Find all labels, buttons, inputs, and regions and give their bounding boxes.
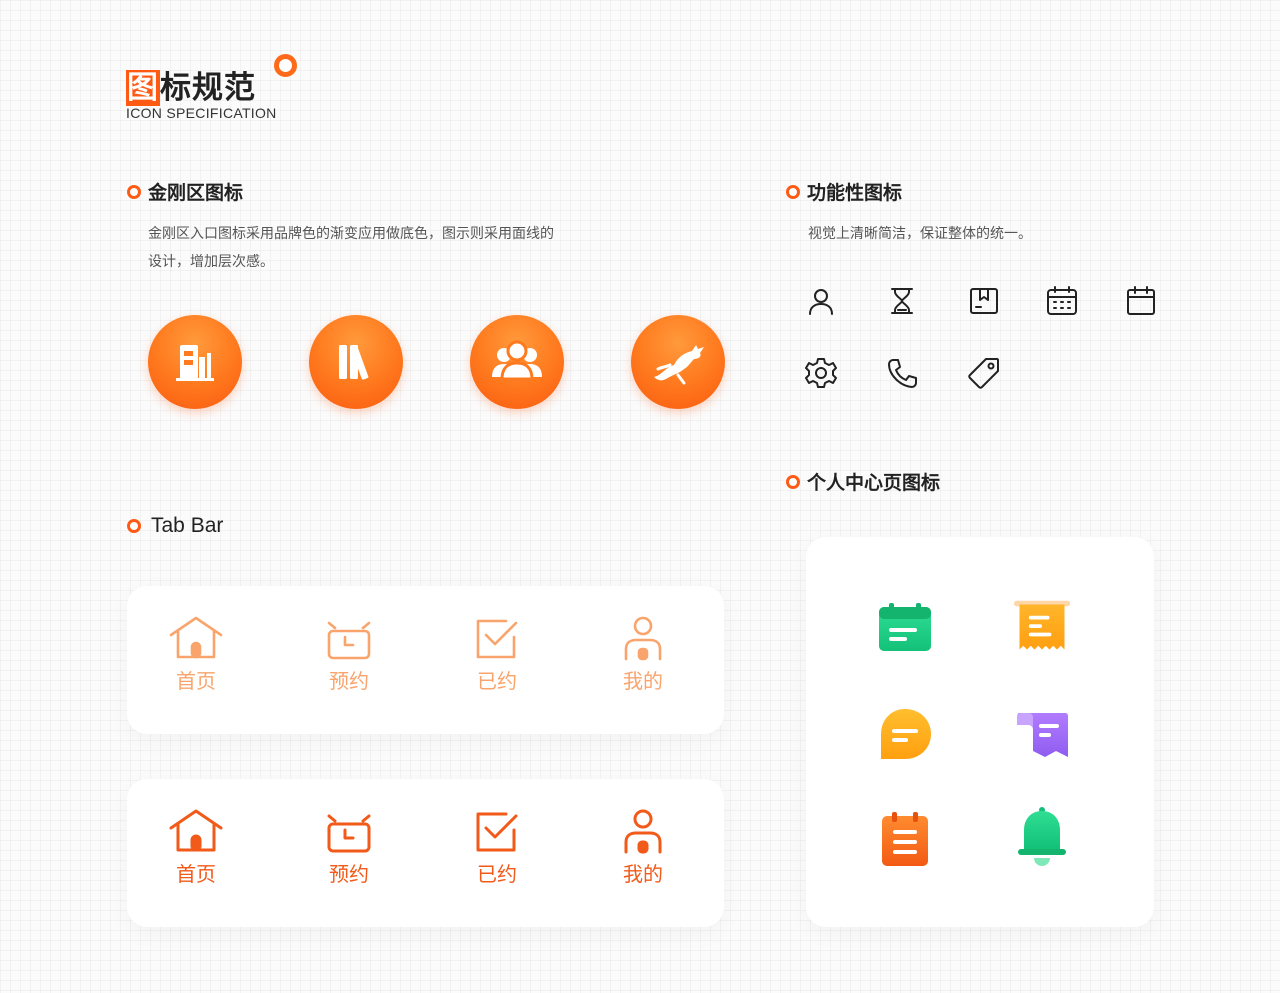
deer-icon — [654, 345, 704, 385]
alarm-clock-icon — [327, 621, 371, 660]
tab-book-label: 预约 — [329, 862, 369, 886]
kingkong-desc-line2: 设计，增加层次感。 — [148, 254, 274, 270]
kingkong-group[interactable] — [470, 315, 564, 409]
kingkong-section-title: 金刚区图标 — [148, 182, 244, 204]
tab-booked-active[interactable]: 已约 — [457, 807, 537, 887]
functional-section-header: 功能性图标 — [786, 178, 902, 205]
books-icon — [339, 345, 369, 380]
kingkong-section-header: 金刚区图标 — [127, 178, 243, 205]
chat-bubble-icon[interactable] — [875, 704, 935, 764]
calendar-card-icon[interactable] — [875, 597, 935, 657]
tab-book-label: 预约 — [329, 669, 369, 693]
home-icon — [169, 809, 223, 852]
profile-icon — [624, 616, 662, 661]
tab-home-active[interactable]: 首页 — [156, 807, 236, 887]
tabbar-active: 首页 预约 已约 我的 — [127, 779, 724, 927]
calendar-icon — [1121, 281, 1161, 321]
kingkong-desc-line1: 金刚区入口图标采用品牌色的渐变应用做底色，图示则采用面线的 — [148, 226, 554, 242]
tab-home-light[interactable]: 首页 — [156, 614, 236, 694]
tab-book-active[interactable]: 预约 — [309, 807, 389, 887]
ribbon-message-icon[interactable] — [1012, 704, 1072, 764]
tabbar-section-header: Tab Bar — [127, 514, 223, 538]
tab-home-label: 首页 — [176, 669, 216, 693]
kingkong-description: 金刚区入口图标采用品牌色的渐变应用做底色，图示则采用面线的 设计，增加层次感。 — [148, 220, 628, 276]
tab-booked-label: 已约 — [477, 669, 517, 693]
gear-icon — [801, 353, 841, 393]
tab-book-light[interactable]: 预约 — [309, 614, 389, 694]
tab-home-label: 首页 — [176, 862, 216, 886]
page-title-highlight: 图 — [126, 70, 160, 106]
section-dot-icon — [127, 184, 141, 199]
checkbox-icon — [476, 619, 518, 659]
calendar-grid-icon — [1042, 281, 1082, 321]
tab-booked-label: 已约 — [477, 862, 517, 886]
page-title: 图标规范 — [126, 62, 256, 107]
tab-mine-label: 我的 — [623, 669, 663, 693]
hourglass-icon — [882, 281, 922, 321]
alarm-clock-icon — [327, 814, 371, 853]
kingkong-building[interactable] — [148, 315, 242, 409]
page-title-rest: 标规范 — [160, 70, 256, 106]
receipt-icon[interactable] — [1012, 597, 1072, 657]
phone-icon — [882, 353, 922, 393]
checkbox-icon — [476, 812, 518, 852]
tabbar-light: 首页 预约 已约 我的 — [127, 586, 724, 734]
kingkong-books[interactable] — [309, 315, 403, 409]
user-icon — [801, 281, 841, 321]
section-dot-icon — [127, 519, 141, 533]
page-subtitle: ICON SPECIFICATION — [126, 105, 277, 121]
functional-section-title: 功能性图标 — [807, 182, 903, 204]
box-icon — [964, 281, 1004, 321]
tab-mine-light[interactable]: 我的 — [603, 614, 683, 694]
building-icon — [176, 345, 214, 381]
bell-icon[interactable] — [1012, 807, 1072, 867]
tab-mine-label: 我的 — [623, 862, 663, 886]
personal-icons-card — [806, 537, 1154, 927]
title-ring-icon — [274, 54, 297, 77]
tabbar-section-title: Tab Bar — [151, 514, 224, 537]
tab-booked-light[interactable]: 已约 — [457, 614, 537, 694]
group-icon — [492, 340, 542, 381]
kingkong-deer[interactable] — [631, 315, 725, 409]
personal-section-title: 个人中心页图标 — [807, 472, 941, 494]
home-icon — [169, 616, 223, 659]
section-dot-icon — [786, 184, 800, 199]
tag-icon — [964, 353, 1004, 393]
section-dot-icon — [786, 474, 800, 489]
tab-mine-active[interactable]: 我的 — [603, 807, 683, 887]
notepad-icon[interactable] — [875, 809, 935, 869]
profile-icon — [624, 809, 662, 854]
functional-description: 视觉上清晰简洁，保证整体的统一。 — [808, 226, 1032, 242]
personal-section-header: 个人中心页图标 — [786, 468, 940, 495]
